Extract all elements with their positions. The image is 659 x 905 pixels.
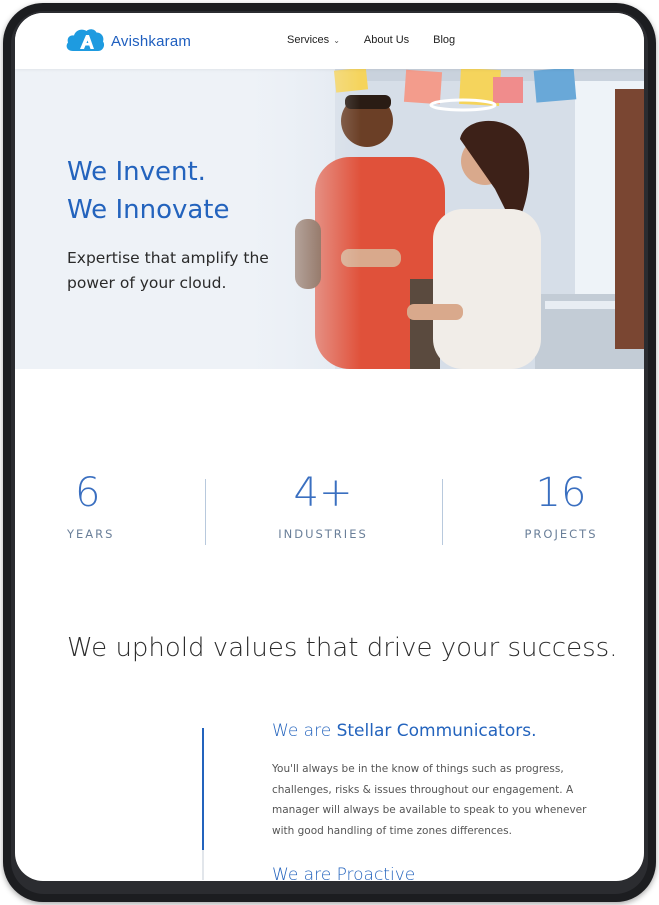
value-heading: We are Stellar Communicators. (272, 721, 592, 741)
nav-blog[interactable]: Blog (433, 34, 455, 46)
chevron-down-icon: ⌄ (333, 35, 340, 45)
cloud-logo-icon (65, 27, 105, 55)
nav-services[interactable]: Services ⌄ (287, 34, 340, 46)
stat-number: 6 (75, 470, 101, 516)
value-heading-prefix: We are (272, 721, 337, 741)
logo-text: Avishkaram (111, 32, 192, 50)
hero-title-line1: We Invent. (67, 157, 206, 187)
stat-industries: 4+ INDUSTRIES (273, 463, 373, 541)
stat-projects: 16 PROJECTS (515, 463, 607, 541)
nav-about[interactable]: About Us (364, 34, 409, 46)
value-heading-highlight: Stellar Communicators. (336, 721, 537, 741)
stat-number: 4+ (293, 470, 353, 516)
stats-section: 6 YEARS 4+ INDUSTRIES 16 PROJECTS (15, 463, 644, 553)
values-title: We uphold values that drive your success… (67, 633, 618, 663)
value-heading-prefix: We are (272, 865, 337, 881)
nav-services-label: Services (287, 34, 330, 46)
stat-divider (442, 479, 443, 545)
hero-banner: We Invent. We Innovate Expertise that am… (15, 69, 644, 369)
value-heading-highlight: Proactive (336, 865, 416, 881)
hero-title: We Invent. We Innovate (67, 153, 230, 229)
hero-title-line2: We Innovate (67, 195, 230, 225)
values-timeline-active (202, 728, 204, 850)
nav-blog-label: Blog (433, 34, 456, 46)
site-header: Avishkaram Services ⌄ About Us Blog (15, 13, 644, 69)
value-heading-next: We are Proactive (272, 865, 415, 881)
stat-divider (205, 479, 206, 545)
stat-number: 16 (535, 470, 587, 516)
hero-subtitle: Expertise that amplify the power of your… (67, 249, 269, 292)
stat-label: PROJECTS (524, 527, 598, 541)
value-description: You'll always be in the know of things s… (272, 763, 587, 837)
stat-years: 6 YEARS (67, 463, 115, 541)
logo[interactable]: Avishkaram (65, 27, 191, 55)
value-item: We are Stellar Communicators. You'll alw… (272, 721, 592, 841)
stat-label: YEARS (67, 527, 115, 541)
main-nav: Services ⌄ About Us Blog (287, 34, 479, 46)
screen: Avishkaram Services ⌄ About Us Blog We I… (15, 13, 644, 881)
stat-label: INDUSTRIES (278, 527, 368, 541)
nav-about-label: About Us (363, 34, 410, 46)
